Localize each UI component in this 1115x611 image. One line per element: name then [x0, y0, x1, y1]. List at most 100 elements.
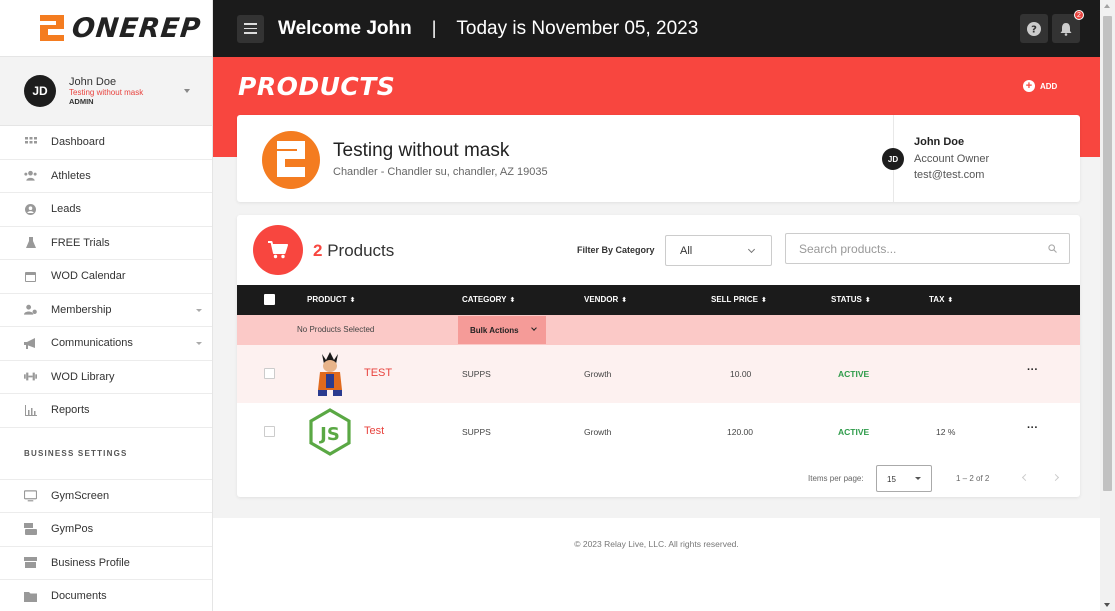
sidebar-item-label: GymScreen: [51, 489, 110, 502]
more-options-icon[interactable]: ···: [1027, 364, 1038, 376]
column-header-label: STATUS: [831, 295, 862, 304]
help-icon: ?: [1027, 21, 1041, 36]
gym-address: Chandler - Chandler su, chandler, AZ 190…: [333, 166, 548, 178]
notifications-button[interactable]: 2: [1052, 10, 1084, 43]
dashboard-icon: [24, 137, 37, 148]
select-all-checkbox[interactable]: [264, 294, 275, 305]
sidebar-item-label: Membership: [51, 303, 112, 316]
user-menu[interactable]: JD John Doe Testing without mask ADMIN: [0, 57, 212, 126]
gym-info-card: Testing without mask Chandler - Chandler…: [237, 115, 1080, 202]
membership-icon: [24, 304, 37, 315]
documents-icon: [24, 591, 37, 602]
scrollbar-thumb[interactable]: [1103, 16, 1112, 491]
bulk-actions-bar: No Products Selected Bulk Actions: [237, 315, 1080, 345]
items-per-page-value: 15: [887, 475, 896, 484]
sidebar-item-communications[interactable]: Communications: [0, 327, 212, 361]
sidebar-item-label: Athletes: [51, 169, 91, 182]
store-icon: [24, 557, 37, 569]
tax-cell: 12 %: [936, 427, 956, 437]
plus-icon: +: [1023, 80, 1035, 92]
leads-icon: [24, 203, 37, 215]
svg-text:JS: JS: [318, 424, 340, 445]
sort-icon: ⬍: [621, 297, 628, 304]
today-date: Today is November 05, 2023: [456, 17, 699, 39]
menu-toggle-button[interactable]: [237, 14, 264, 43]
sidebar-item-business-profile[interactable]: Business Profile: [0, 547, 212, 580]
table-header: PRODUCT ⬍ CATEGORY ⬍ VENDOR ⬍ SELL PRICE ⬍ S…: [237, 285, 1080, 315]
status-badge: ACTIVE: [838, 369, 870, 379]
price-cell: 10.00: [730, 369, 752, 379]
column-header-product[interactable]: PRODUCT ⬍: [307, 295, 355, 304]
sidebar-item-athletes[interactable]: Athletes: [0, 160, 212, 193]
athletes-icon: [24, 170, 37, 181]
sidebar-item-label: WOD Calendar: [51, 270, 126, 283]
sidebar-item-label: Documents: [51, 590, 107, 603]
product-thumbnail: [306, 350, 354, 398]
column-header-label: TAX: [929, 295, 945, 304]
row-checkbox[interactable]: [264, 426, 275, 437]
row-checkbox[interactable]: [264, 368, 275, 379]
previous-page-icon[interactable]: [1021, 473, 1030, 482]
megaphone-icon: [24, 337, 37, 349]
product-name-link[interactable]: TEST: [364, 367, 392, 379]
column-header-tax[interactable]: TAX ⬍: [929, 295, 953, 304]
sidebar-item-wod-calendar[interactable]: WOD Calendar: [0, 260, 212, 294]
items-per-page-select[interactable]: 15: [876, 465, 932, 492]
section-title-business-settings: BUSINESS SETTINGS: [0, 428, 212, 480]
sort-icon: ⬍: [864, 297, 871, 304]
sidebar-item-dashboard[interactable]: Dashboard: [0, 126, 212, 160]
price-cell: 120.00: [727, 427, 753, 437]
bell-icon: [1060, 22, 1072, 36]
top-bar: Welcome John | Today is November 05, 202…: [213, 0, 1100, 57]
column-header-status[interactable]: STATUS ⬍: [831, 295, 871, 304]
scroll-down-arrow-icon[interactable]: [1104, 603, 1110, 607]
table-row[interactable]: TEST SUPPS Growth 10.00 ACTIVE ···: [237, 345, 1080, 403]
product-name-link[interactable]: Test: [364, 425, 384, 437]
calendar-icon: [24, 271, 37, 282]
column-header-vendor[interactable]: VENDOR ⬍: [584, 295, 627, 304]
sort-icon: ⬍: [349, 297, 356, 304]
table-row[interactable]: JS Test SUPPS Growth 120.00 ACTIVE 12 % …: [237, 403, 1080, 461]
vendor-cell: Growth: [584, 427, 612, 437]
sidebar-item-gympos[interactable]: GymPos: [0, 513, 212, 547]
sidebar-item-membership[interactable]: Membership: [0, 294, 212, 327]
column-header-label: SELL PRICE: [711, 295, 758, 304]
notification-badge: 2: [1074, 10, 1084, 20]
column-header-sell-price[interactable]: SELL PRICE ⬍: [711, 295, 767, 304]
avatar: JD: [24, 75, 56, 107]
sidebar-item-leads[interactable]: Leads: [0, 193, 212, 227]
logo[interactable]: ONEREP: [0, 0, 212, 57]
bulk-actions-button[interactable]: Bulk Actions: [458, 316, 546, 344]
sidebar-item-gymscreen[interactable]: GymScreen: [0, 480, 212, 513]
next-page-icon[interactable]: [1051, 473, 1060, 482]
bulk-actions-label: Bulk Actions: [470, 326, 519, 335]
paginator: Items per page: 15 1 – 2 of 2: [237, 461, 1080, 492]
page-scrollbar[interactable]: [1100, 0, 1115, 611]
chevron-down-icon: [196, 308, 202, 312]
owner-role: Account Owner: [914, 153, 990, 165]
reports-icon: [24, 404, 37, 416]
sidebar-item-documents[interactable]: Documents: [0, 580, 212, 611]
owner-email: test@test.com: [914, 169, 985, 181]
dumbbell-icon: [24, 371, 37, 382]
more-options-icon[interactable]: ···: [1027, 422, 1038, 434]
scroll-up-arrow-icon[interactable]: [1104, 4, 1110, 8]
add-product-button[interactable]: + ADD: [1023, 80, 1057, 92]
sidebar-item-label: FREE Trials: [51, 236, 110, 249]
flask-icon: [24, 236, 37, 248]
sort-icon: ⬍: [509, 297, 516, 304]
column-header-label: PRODUCT: [307, 295, 347, 304]
sidebar-item-free-trials[interactable]: FREE Trials: [0, 227, 212, 260]
onerep-logo-icon: [40, 15, 64, 41]
sidebar-item-label: WOD Library: [51, 370, 115, 383]
column-header-category[interactable]: CATEGORY ⬍: [462, 295, 515, 304]
user-role: ADMIN: [69, 96, 94, 106]
sidebar-item-reports[interactable]: Reports: [0, 394, 212, 428]
category-filter-select[interactable]: All: [665, 235, 772, 266]
search-input[interactable]: Search products...: [785, 233, 1070, 264]
help-button[interactable]: ?: [1020, 14, 1048, 43]
sidebar-item-wod-library[interactable]: WOD Library: [0, 361, 212, 394]
sidebar-item-label: GymPos: [51, 523, 94, 536]
page-title: PRODUCTS: [238, 72, 396, 101]
header-separator: |: [431, 18, 437, 38]
